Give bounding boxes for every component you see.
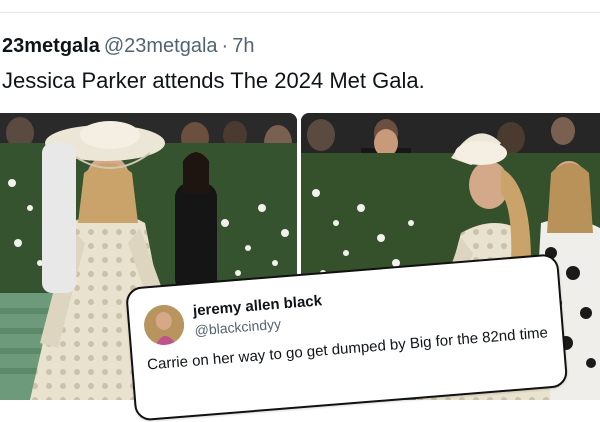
timestamp[interactable]: 7h [232, 35, 254, 57]
quote-handle[interactable]: @blackcindyy [194, 316, 282, 339]
top-divider [0, 12, 600, 13]
tweet-text: Jessica Parker attends The 2024 Met Gala… [2, 68, 425, 93]
tweet-header: 23metgala @23metgala · 7h [2, 34, 254, 58]
quote-avatar[interactable] [142, 303, 186, 347]
user-handle[interactable]: @23metgala [104, 35, 218, 57]
separator-dot: · [221, 35, 229, 57]
quote-display-name[interactable]: jeremy allen black [192, 292, 322, 319]
avatar-illustration [142, 303, 186, 347]
display-name[interactable]: 23metgala [2, 35, 100, 57]
